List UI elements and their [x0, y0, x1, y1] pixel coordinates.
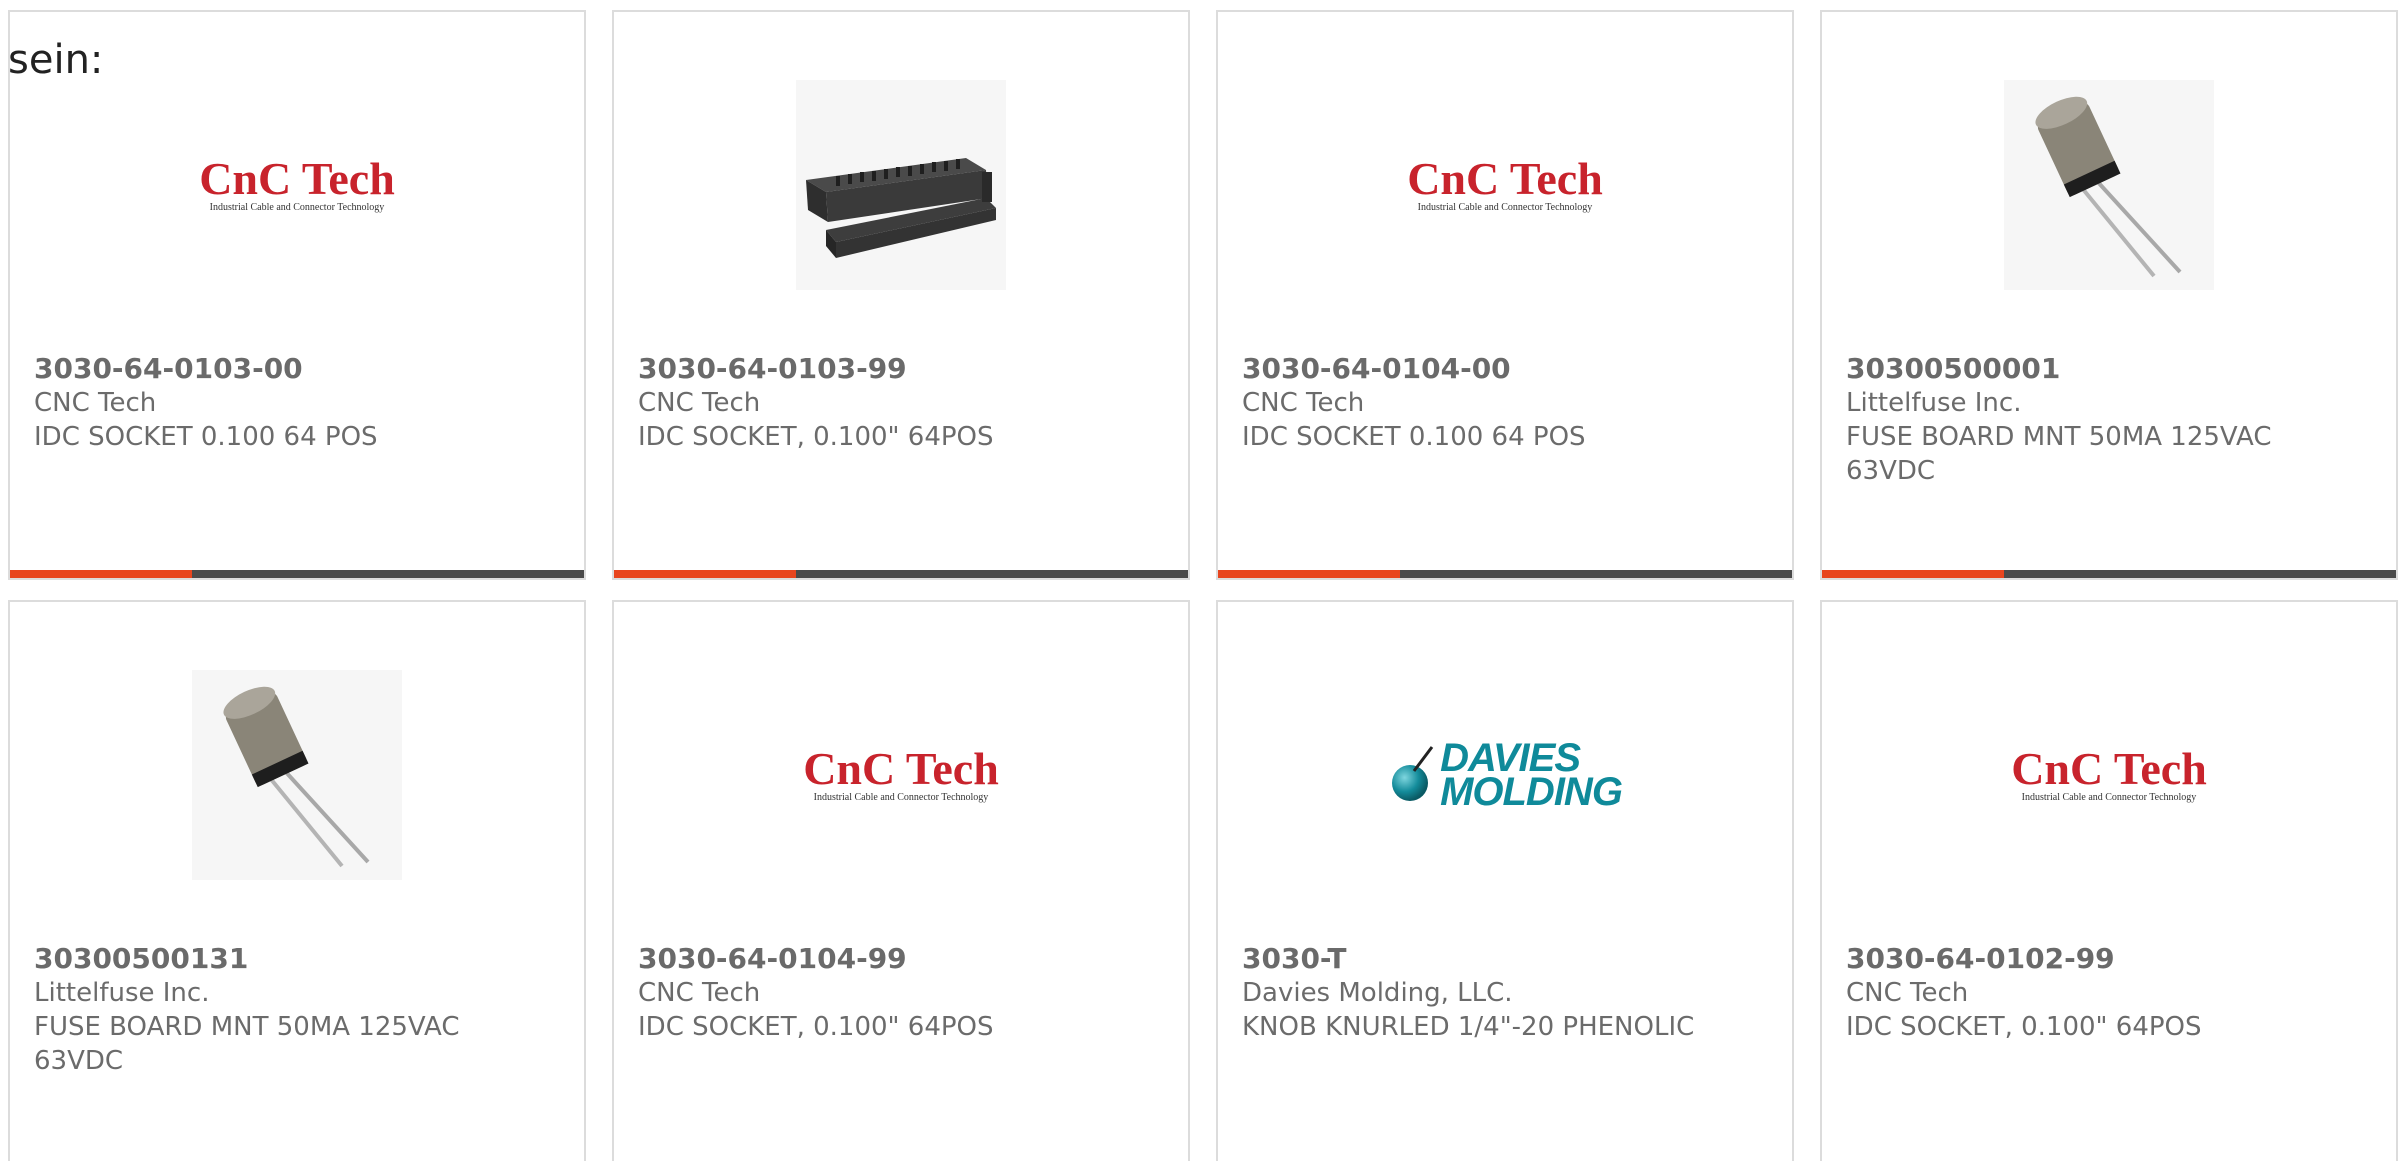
- cnc-tech-logo: CnC Tech Industrial Cable and Connector …: [1407, 153, 1603, 214]
- cnc-tech-logo: CnC Tech Industrial Cable and Connector …: [803, 743, 999, 804]
- product-info: 30300500001 Littelfuse Inc. FUSE BOARD M…: [1846, 352, 2366, 488]
- product-card[interactable]: 30300500001 Littelfuse Inc. FUSE BOARD M…: [1820, 10, 2398, 580]
- card-accent-bar: [614, 570, 1188, 578]
- product-card[interactable]: CnC Tech Industrial Cable and Connector …: [1820, 600, 2398, 1161]
- product-card[interactable]: CnC Tech Industrial Cable and Connector …: [8, 10, 586, 580]
- davies-molding-logo: DAVIES MOLDING: [1388, 738, 1623, 812]
- card-accent-bar: [1822, 570, 2396, 578]
- product-info: 3030-64-0103-00 CNC Tech IDC SOCKET 0.10…: [34, 352, 554, 454]
- product-info: 30300500131 Littelfuse Inc. FUSE BOARD M…: [34, 942, 554, 1078]
- manufacturer: CNC Tech: [638, 388, 761, 418]
- manufacturer: Davies Molding, LLC.: [1242, 978, 1513, 1008]
- description: IDC SOCKET 0.100 64 POS: [1242, 422, 1586, 452]
- manufacturer: CNC Tech: [1242, 388, 1365, 418]
- product-image[interactable]: [1822, 80, 2396, 290]
- fuse-photo: [192, 670, 402, 880]
- description: IDC SOCKET, 0.100" 64POS: [638, 422, 994, 452]
- product-image[interactable]: DAVIES MOLDING: [1218, 670, 1792, 880]
- part-number[interactable]: 3030-64-0103-99: [638, 352, 1158, 386]
- description: IDC SOCKET, 0.100" 64POS: [638, 1012, 994, 1042]
- manufacturer: Littelfuse Inc.: [34, 978, 210, 1008]
- part-number[interactable]: 3030-64-0103-00: [34, 352, 554, 386]
- description: FUSE BOARD MNT 50MA 125VAC 63VDC: [1846, 422, 2272, 486]
- product-card[interactable]: 30300500131 Littelfuse Inc. FUSE BOARD M…: [8, 600, 586, 1161]
- product-image[interactable]: [10, 670, 584, 880]
- description: IDC SOCKET, 0.100" 64POS: [1846, 1012, 2202, 1042]
- product-image[interactable]: [614, 80, 1188, 290]
- product-info: 3030-64-0104-00 CNC Tech IDC SOCKET 0.10…: [1242, 352, 1762, 454]
- product-image[interactable]: CnC Tech Industrial Cable and Connector …: [614, 670, 1188, 880]
- part-number[interactable]: 30300500001: [1846, 352, 2366, 386]
- product-info: 3030-64-0102-99 CNC Tech IDC SOCKET, 0.1…: [1846, 942, 2366, 1044]
- part-number[interactable]: 3030-64-0104-00: [1242, 352, 1762, 386]
- product-image[interactable]: CnC Tech Industrial Cable and Connector …: [1822, 670, 2396, 880]
- manufacturer: CNC Tech: [34, 388, 157, 418]
- description: FUSE BOARD MNT 50MA 125VAC 63VDC: [34, 1012, 460, 1076]
- card-accent-bar: [10, 570, 584, 578]
- manufacturer: CNC Tech: [1846, 978, 1969, 1008]
- part-number[interactable]: 3030-T: [1242, 942, 1762, 976]
- davies-sphere-icon: [1392, 746, 1434, 801]
- product-card[interactable]: 3030-64-0103-99 CNC Tech IDC SOCKET, 0.1…: [612, 10, 1190, 580]
- part-number[interactable]: 3030-64-0102-99: [1846, 942, 2366, 976]
- manufacturer: CNC Tech: [638, 978, 761, 1008]
- idc-socket-photo: [796, 80, 1006, 290]
- product-info: 3030-T Davies Molding, LLC. KNOB KNURLED…: [1242, 942, 1762, 1044]
- cnc-tech-logo: CnC Tech Industrial Cable and Connector …: [199, 153, 395, 214]
- product-info: 3030-64-0104-99 CNC Tech IDC SOCKET, 0.1…: [638, 942, 1158, 1044]
- cnc-tech-logo: CnC Tech Industrial Cable and Connector …: [2011, 743, 2207, 804]
- intro-text: sein:: [8, 37, 104, 83]
- manufacturer: Littelfuse Inc.: [1846, 388, 2022, 418]
- product-card[interactable]: CnC Tech Industrial Cable and Connector …: [612, 600, 1190, 1161]
- fuse-photo: [2004, 80, 2214, 290]
- product-info: 3030-64-0103-99 CNC Tech IDC SOCKET, 0.1…: [638, 352, 1158, 454]
- product-grid: CnC Tech Industrial Cable and Connector …: [8, 10, 2398, 1161]
- card-accent-bar: [1218, 570, 1792, 578]
- product-image[interactable]: CnC Tech Industrial Cable and Connector …: [10, 80, 584, 290]
- description: IDC SOCKET 0.100 64 POS: [34, 422, 378, 452]
- description: KNOB KNURLED 1/4"-20 PHENOLIC: [1242, 1012, 1695, 1042]
- product-card[interactable]: DAVIES MOLDING 3030-T Davies Molding, LL…: [1216, 600, 1794, 1161]
- product-image[interactable]: CnC Tech Industrial Cable and Connector …: [1218, 80, 1792, 290]
- part-number[interactable]: 30300500131: [34, 942, 554, 976]
- product-card[interactable]: CnC Tech Industrial Cable and Connector …: [1216, 10, 1794, 580]
- part-number[interactable]: 3030-64-0104-99: [638, 942, 1158, 976]
